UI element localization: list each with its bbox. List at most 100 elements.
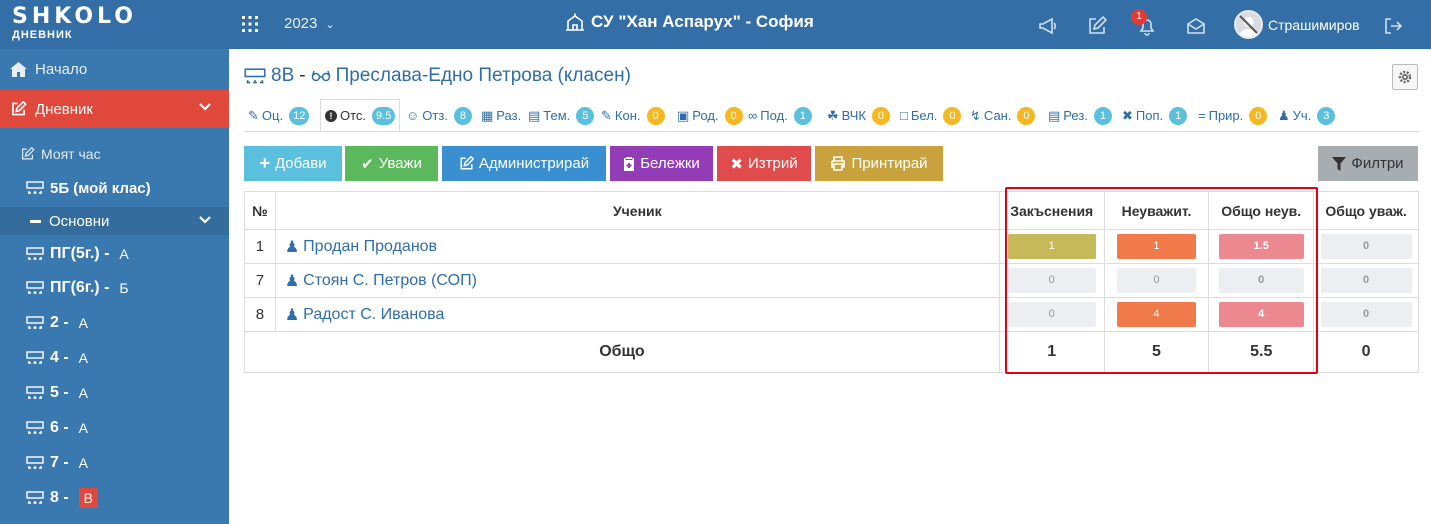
class-teacher[interactable]: Преслава-Едно Петрова (класен) [336,65,631,87]
tab-results[interactable]: ▤ Рез. 1 [1044,99,1116,132]
late-cell: 1 [998,229,1105,264]
tab-label: Сан. [983,108,1012,123]
megaphone-icon[interactable] [1038,16,1058,36]
chevron-down-icon [199,103,211,111]
user-avatar[interactable] [1234,10,1263,39]
tab-corrections[interactable]: ✖ Поп. 1 [1118,99,1191,132]
apps-grid-icon[interactable] [242,16,258,32]
column-header-late[interactable]: Закъснения [998,191,1105,230]
student-link[interactable]: ♟ Радост С. Иванова [276,305,999,325]
late-value[interactable]: 0 [1007,268,1096,293]
tab-parents[interactable]: ▣ Род. 0 [673,99,747,132]
sidebar-item-group[interactable]: ПГ(6г.) - Б [0,277,229,299]
sidebar-item-group[interactable]: 7 - А [0,452,229,474]
student-cell: ♟ Стоян С. Петров (СОП) [274,263,1000,298]
tab-count-badge: 0 [943,106,962,125]
notes-button[interactable]: Бележки [610,146,713,181]
tab-feedback[interactable]: ☺ Отз. 8 [402,99,476,132]
add-button[interactable]: + Добави [244,146,342,181]
tab-label: Поп. [1135,108,1164,123]
unexcused-value[interactable]: 4 [1116,302,1196,327]
pencil-icon: ✎ [248,107,259,123]
column-header-total-excused[interactable]: Общо уваж. [1313,191,1419,230]
tab-control[interactable]: ✎ Кон. 0 [597,99,669,132]
sidebar-item-my-class[interactable]: 5Б (мой клас) [0,177,229,199]
tab-absences[interactable]: ! Отс. 9.5 [320,99,401,132]
sidebar-item-label: Начало [35,61,88,78]
sidebar-item-home[interactable]: Начало [0,49,229,90]
tab-label: Отз. [422,108,448,123]
column-header-number[interactable]: № [244,191,276,230]
group-letter: Б [119,280,129,296]
table-total-row: Общо 1 5 5.5 0 [244,331,1419,373]
filters-button[interactable]: Филтри [1318,146,1418,181]
sidebar-item-group[interactable]: 4 - А [0,347,229,369]
tab-additions[interactable]: = Прир. 0 [1194,99,1271,132]
total-unexcused-cell: 4 [1208,297,1315,332]
total-unexcused-cell: 1.5 [1208,229,1315,264]
sidebar-item-label: Основни [49,212,110,230]
sidebar-item-group[interactable]: 2 - А [0,312,229,334]
edit-icon[interactable] [1087,16,1107,36]
excuse-button[interactable]: ✔ Уважи [345,146,438,181]
sidebar-item-my-hour[interactable]: Моят час [0,143,229,165]
filter-icon [1332,156,1347,171]
late-value[interactable]: 1 [1007,234,1096,259]
sidebar-item-group[interactable]: ПГ(5г.) - А [0,243,229,265]
sidebar-item-main[interactable]: Основни [0,207,229,235]
column-header-unexcused[interactable]: Неуважит. [1103,191,1210,230]
late-cell: 0 [998,263,1105,298]
tab-notes[interactable]: □ Бел. 0 [896,99,965,132]
tab-schedule[interactable]: ▦ Раз. [477,99,525,132]
group-name: ПГ(5г.) - [50,245,110,262]
delete-button[interactable]: ✖ Изтрий [717,146,811,181]
bolt-icon: ↯ [970,107,981,123]
button-label: Бележки [640,155,700,172]
chevron-down-icon: ⌄ [325,19,335,31]
clipboard-icon [624,157,635,171]
top-bar: SHKOLO ДНЕВНИК 2023 ⌄ СУ "Хан Аспарух" -… [0,0,1431,49]
school-building-icon [566,13,584,31]
sidebar-item-label: Дневник [35,100,93,118]
group-letter: А [78,385,89,401]
logout-icon[interactable] [1383,16,1403,36]
student-link[interactable]: ♟ Стоян С. Петров (СОП) [276,271,999,291]
sidebar-item-group[interactable]: 6 - А [0,417,229,439]
unexcused-value[interactable]: 1 [1116,234,1196,259]
classroom-icon [26,181,44,194]
print-button[interactable]: Принтирай [815,146,943,181]
group-name: 8 - [50,489,69,506]
tab-grades[interactable]: ✎ Оц. 12 [244,99,313,132]
column-header-total-unexcused[interactable]: Общо неув. [1208,191,1315,230]
notification-count-badge: 1 [1131,9,1147,25]
unexcused-value[interactable]: 0 [1116,268,1196,293]
sidebar-item-group[interactable]: 5 - А [0,382,229,404]
total-excused-value: 0 [1320,268,1412,293]
tab-support[interactable]: ∞ Под. 1 [744,99,816,132]
class-name[interactable]: 8В [271,65,294,87]
sidebar-item-diary[interactable]: Дневник [0,90,229,128]
group-letter: А [78,420,89,436]
total-excused-cell: 0 [1313,229,1419,264]
sidebar-item-group-active[interactable]: 8 - В [0,487,229,509]
title-separator: - [299,65,306,86]
note-icon: □ [900,108,908,123]
tab-vchk[interactable]: ☘ ВЧК 0 [823,99,894,132]
tab-topics[interactable]: ▤ Тем. 5 [524,99,598,132]
classroom-icon [26,491,44,504]
total-excused-value: 0 [1320,302,1412,327]
tab-students[interactable]: ♟ Уч. 3 [1274,99,1339,132]
settings-button[interactable] [1392,64,1418,90]
shkolo-logo[interactable]: SHKOLO ДНЕВНИК [12,6,192,46]
mail-icon[interactable] [1186,16,1206,36]
late-cell: 0 [998,297,1105,332]
student-name: Радост С. Иванова [303,305,445,323]
administer-button[interactable]: Администрирай [442,146,606,181]
username[interactable]: Страшимиров [1268,17,1360,33]
tab-label: ВЧК [841,108,866,123]
late-value[interactable]: 0 [1007,302,1096,327]
column-header-student[interactable]: Ученик [274,191,1000,230]
year-selector[interactable]: 2023 ⌄ [284,15,335,32]
tab-sanctions[interactable]: ↯ Сан. 0 [966,99,1039,132]
student-link[interactable]: ♟ Продан Проданов [276,237,999,257]
